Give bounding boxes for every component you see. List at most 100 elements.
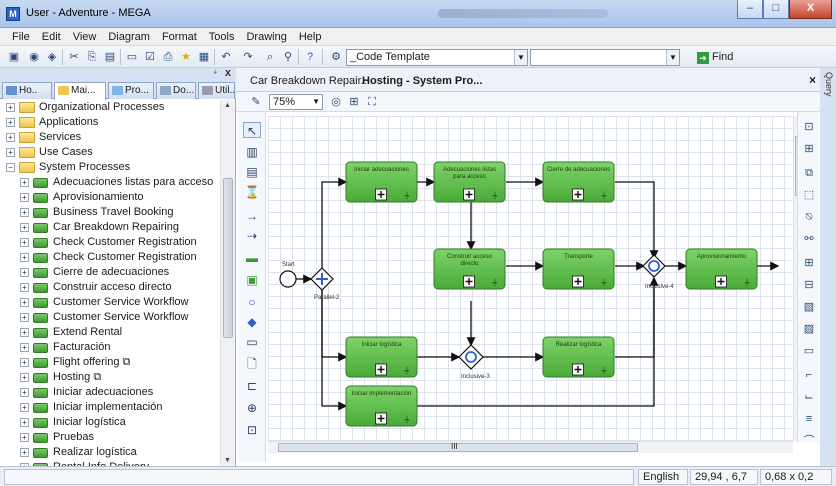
menu-format[interactable]: Format [156,31,203,43]
expand-icon[interactable]: + [20,418,29,427]
task-7[interactable]: Iniciar logística ⏚ [345,336,418,378]
event-tool-icon[interactable]: ○ [243,294,261,310]
line-color-icon[interactable]: ▨ [802,322,816,336]
data-object-tool-icon[interactable]: ▭ [243,334,261,350]
search-icon[interactable]: ⌕ [262,49,278,65]
expand-icon[interactable]: + [20,433,29,442]
tree-item[interactable]: + Customer Service Workflow [0,310,220,325]
tree-item[interactable]: + Business Travel Booking [0,205,220,220]
tree-item[interactable]: + Applications [0,115,220,130]
menu-diagram[interactable]: Diagram [102,31,156,43]
task-tool-icon[interactable]: ▬ [243,250,261,266]
query-icon[interactable]: ⚲ [280,49,296,65]
document-tool-icon[interactable]: 🗋 [243,356,261,372]
connector-icon[interactable]: ⌐ [802,368,816,382]
tree-item[interactable]: + Pruebas [0,430,220,445]
expand-icon[interactable]: + [20,343,29,352]
tree-item[interactable]: + Iniciar implementación [0,400,220,415]
expand-icon[interactable]: + [20,373,29,382]
gateway-tool-icon[interactable]: ◆ [243,314,261,330]
expand-icon[interactable]: + [20,223,29,232]
expand-icon[interactable]: + [20,268,29,277]
menu-drawing[interactable]: Drawing [240,31,292,43]
pool-tool-icon[interactable]: ▥ [243,144,261,160]
scroll-up-icon[interactable]: ▲ [224,102,231,109]
tree-item[interactable]: + Iniciar adecuaciones [0,385,220,400]
distribute-icon[interactable]: ⊞ [802,142,816,156]
sequence-flow-tool-icon[interactable]: → [243,208,261,224]
tree-item[interactable]: + Hosting ⧉ [0,370,220,385]
expand-icon[interactable]: + [20,358,29,367]
check-icon[interactable]: ☑ [142,49,158,65]
group-icon[interactable]: ⊞ [802,256,816,270]
menu-file[interactable]: File [6,31,36,43]
gateway-inclusive-4[interactable]: Inclusive-4 [642,254,674,290]
expand-icon[interactable]: + [6,118,15,127]
code-template-icon[interactable]: ⚙ [328,49,344,65]
diagram-cursor-icon[interactable]: ✎ [248,94,264,110]
copy-format-icon[interactable]: ⧉ [802,166,816,180]
find-button[interactable]: ➜ Find [697,49,733,66]
task-8[interactable]: Realizar logística ⏚ [542,336,615,378]
tab-main[interactable]: Mai... [54,82,106,100]
tab-documents[interactable]: Do... [156,82,196,99]
tree-scrollbar[interactable]: ▲ ▼ [220,100,235,466]
tree-item[interactable]: + Use Cases [0,145,220,160]
cut-icon[interactable]: ✂ [66,49,82,65]
expand-icon[interactable]: + [20,238,29,247]
scroll-down-icon[interactable]: ▼ [224,457,231,464]
lane-tool-icon[interactable]: ▤ [243,164,261,180]
tree-item[interactable]: + Car Breakdown Repairing [0,220,220,235]
close-window-button[interactable]: X [789,0,832,19]
shape-icon[interactable]: ▭ [802,344,816,358]
fill-color-icon[interactable]: ▧ [802,300,816,314]
copy-icon[interactable]: ⎘ [84,49,100,65]
tree-item[interactable]: + Organizational Processes [0,100,220,115]
task-5[interactable]: Transporte ⏚ [542,248,615,290]
align-icon[interactable]: ⊡ [802,120,816,134]
subprocess-tool-icon[interactable]: ▣ [243,272,261,288]
step-line-icon[interactable]: ⌙ [802,390,816,404]
task-1[interactable]: Iniciar adecuaciones ⏚ [345,161,418,203]
tree-item[interactable]: + Realizar logística [0,445,220,460]
canvas-horizontal-scrollbar[interactable]: III [268,441,793,453]
expand-icon[interactable]: + [20,208,29,217]
tab-home[interactable]: Ho.. [2,82,52,99]
zoom-select[interactable]: 75% ▼ [269,94,323,110]
maximize-button[interactable]: □ [763,0,789,19]
text-style-icon[interactable]: ≡ [802,412,816,426]
paste-icon[interactable]: ▤ [102,49,118,65]
misc-tool-icon[interactable]: ⊡ [243,422,261,438]
explore-icon[interactable]: ◉ [26,49,42,65]
report-icon[interactable]: ⎙ [160,49,176,65]
task-9[interactable]: Iniciar implementación ⏚ [345,385,418,427]
link-icon[interactable]: ⚯ [802,232,816,246]
task-6[interactable]: Aprovisionamiento ⏚ [685,248,758,290]
layout-icon[interactable]: ⊞ [346,94,362,110]
tab-processes[interactable]: Pro... [108,82,154,99]
tree-item[interactable]: + Facturación [0,340,220,355]
save-icon[interactable]: ▣ [6,49,22,65]
tree-item[interactable]: + Extend Rental [0,325,220,340]
expand-icon[interactable]: + [20,193,29,202]
expand-icon[interactable]: + [6,148,15,157]
group-tool-icon[interactable]: ⊏ [243,378,261,394]
task-3[interactable]: Cierre de adecuaciones ⏚ [542,161,615,203]
chevron-down-icon[interactable]: ▼ [514,50,527,65]
expand-icon[interactable]: + [20,253,29,262]
start-event[interactable] [279,270,297,288]
expand-icon[interactable]: + [20,448,29,457]
tree-item[interactable]: + Services [0,130,220,145]
hscroll-thumb[interactable] [278,443,638,452]
expand-icon[interactable]: + [6,133,15,142]
expand-icon[interactable]: + [20,313,29,322]
collapse-icon[interactable]: − [6,163,15,172]
undo-icon[interactable]: ↶ [218,49,234,65]
help-icon[interactable]: ? [302,49,318,65]
expand-icon[interactable]: + [20,403,29,412]
scroll-thumb[interactable] [223,178,233,338]
timer-tool-icon[interactable]: ⌛ [243,184,261,200]
object-tree[interactable]: + Organizational Processes + Applications + S… [0,100,220,466]
window-icon[interactable]: ▦ [196,49,212,65]
annotation-tool-icon[interactable]: ⊕ [243,400,261,416]
